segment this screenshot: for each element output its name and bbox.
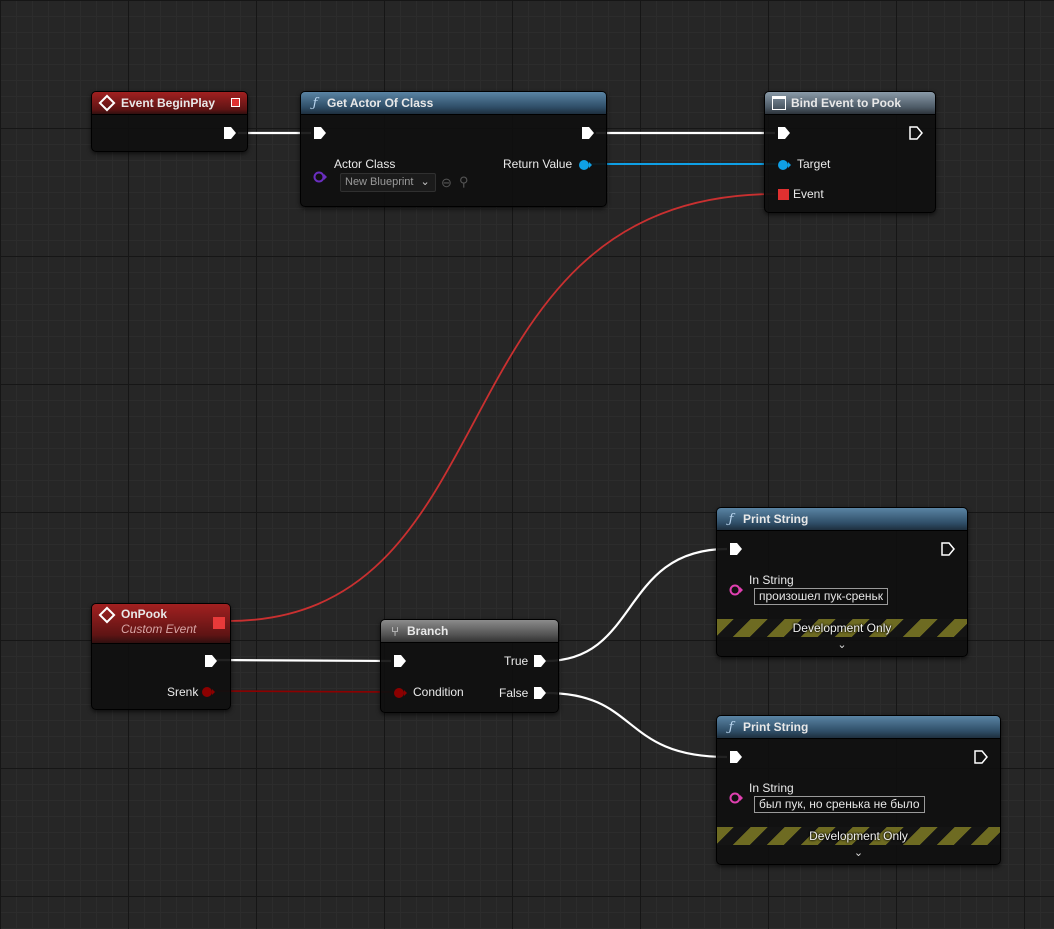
development-only-label: Development Only bbox=[809, 829, 908, 843]
exec-wire-onpook-to-branch[interactable] bbox=[215, 658, 392, 663]
delegate-output-pin[interactable] bbox=[213, 617, 225, 629]
node-get-actor-of-class[interactable]: ƒ Get Actor Of Class Actor Class New Blu… bbox=[300, 91, 607, 207]
false-exec-output-pin[interactable] bbox=[533, 686, 547, 700]
event-diamond-icon bbox=[98, 606, 116, 624]
exec-wire-false-to-print2[interactable] bbox=[545, 691, 728, 759]
in-string-label: In String bbox=[749, 573, 794, 587]
node-branch[interactable]: ⑂ Branch Condition True False bbox=[380, 619, 559, 713]
delegate-output-pin[interactable] bbox=[231, 98, 240, 107]
string-input-pin[interactable] bbox=[729, 791, 745, 805]
actor-class-value: New Blueprint bbox=[345, 176, 414, 188]
node-title: Print String bbox=[743, 720, 809, 734]
expand-chevron-icon[interactable]: ⌄ bbox=[717, 638, 967, 651]
bool-wire-srenk-to-condition[interactable] bbox=[213, 690, 394, 693]
node-print-string-1[interactable]: ƒ Print String In String произошел пук-с… bbox=[716, 507, 968, 657]
node-print-string-2[interactable]: ƒ Print String In String был пук, но сре… bbox=[716, 715, 1001, 865]
exec-output-pin[interactable] bbox=[581, 126, 595, 140]
development-only-label: Development Only bbox=[792, 621, 892, 635]
branch-icon: ⑂ bbox=[391, 623, 399, 639]
class-input-pin[interactable] bbox=[313, 170, 329, 184]
in-string-input[interactable]: был пук, но сренька не было bbox=[754, 796, 925, 813]
bind-event-icon bbox=[772, 96, 786, 110]
exec-input-pin[interactable] bbox=[729, 542, 743, 556]
event-diamond-icon bbox=[98, 94, 116, 112]
node-header[interactable]: ƒ Print String bbox=[717, 716, 1000, 739]
node-header[interactable]: ƒ Get Actor Of Class bbox=[301, 92, 606, 115]
false-label: False bbox=[499, 686, 529, 700]
string-input-pin[interactable] bbox=[729, 583, 745, 597]
node-header[interactable]: Event BeginPlay bbox=[92, 92, 247, 115]
node-header[interactable]: ⑂ Branch bbox=[381, 620, 558, 643]
node-title: Event BeginPlay bbox=[121, 96, 216, 110]
exec-output-pin[interactable] bbox=[204, 654, 218, 668]
in-string-input[interactable]: произошел пук-среньк bbox=[754, 588, 889, 605]
search-icon[interactable]: ⚲ bbox=[459, 174, 469, 190]
node-header[interactable]: OnPook Custom Event bbox=[92, 604, 230, 644]
delegate-wire-onpook-to-event[interactable] bbox=[227, 193, 777, 622]
function-icon: ƒ bbox=[728, 719, 734, 735]
true-exec-output-pin[interactable] bbox=[533, 654, 547, 668]
exec-output-pin[interactable] bbox=[941, 542, 955, 556]
exec-wire-true-to-print1[interactable] bbox=[545, 547, 728, 663]
browse-back-icon[interactable]: ⊖ bbox=[441, 175, 452, 191]
function-icon: ƒ bbox=[312, 95, 318, 111]
exec-output-pin[interactable] bbox=[909, 126, 923, 140]
exec-output-pin[interactable] bbox=[974, 750, 988, 764]
condition-input-pin[interactable] bbox=[393, 686, 409, 700]
function-icon: ƒ bbox=[728, 511, 734, 527]
srenk-param-label: Srenk bbox=[167, 685, 199, 699]
node-event-beginplay[interactable]: Event BeginPlay bbox=[91, 91, 248, 152]
node-onpook-custom-event[interactable]: OnPook Custom Event Srenk bbox=[91, 603, 231, 710]
node-title: Print String bbox=[743, 512, 809, 526]
exec-output-pin[interactable] bbox=[223, 126, 237, 140]
event-label: Event bbox=[793, 187, 824, 201]
node-header[interactable]: Bind Event to Pook bbox=[765, 92, 935, 115]
target-label: Target bbox=[797, 157, 831, 171]
node-title: Get Actor Of Class bbox=[327, 96, 434, 110]
exec-input-pin[interactable] bbox=[777, 126, 791, 140]
actor-class-label: Actor Class bbox=[334, 157, 396, 171]
event-delegate-input-pin[interactable] bbox=[778, 189, 789, 200]
exec-input-pin[interactable] bbox=[393, 654, 407, 668]
in-string-label: In String bbox=[749, 781, 794, 795]
exec-input-pin[interactable] bbox=[313, 126, 327, 140]
true-label: True bbox=[504, 654, 529, 668]
chevron-down-icon: ⌄ bbox=[420, 176, 430, 188]
actor-class-dropdown[interactable]: New Blueprint ⌄ bbox=[340, 173, 436, 192]
object-output-pin[interactable] bbox=[578, 158, 594, 172]
expand-chevron-icon[interactable]: ⌄ bbox=[717, 846, 1000, 859]
node-title: Branch bbox=[407, 624, 449, 638]
bool-output-pin[interactable] bbox=[201, 685, 217, 699]
target-input-pin[interactable] bbox=[777, 158, 793, 172]
return-value-label: Return Value bbox=[503, 157, 573, 171]
node-subtitle: Custom Event bbox=[121, 622, 197, 636]
condition-label: Condition bbox=[413, 685, 464, 699]
node-title: Bind Event to Pook bbox=[791, 96, 902, 110]
node-bind-event-to-pook[interactable]: Bind Event to Pook Target Event bbox=[764, 91, 936, 213]
node-title: OnPook bbox=[121, 607, 168, 621]
node-header[interactable]: ƒ Print String bbox=[717, 508, 967, 531]
exec-input-pin[interactable] bbox=[729, 750, 743, 764]
